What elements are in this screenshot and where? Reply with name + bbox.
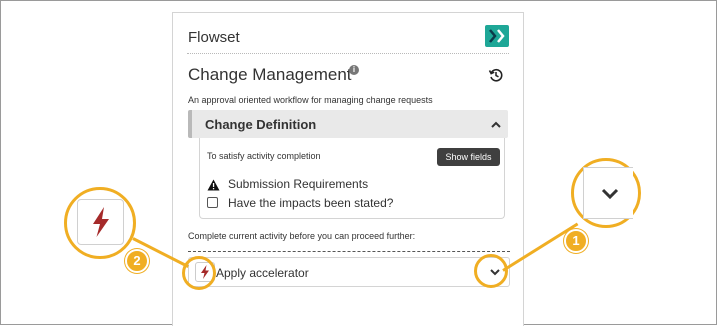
info-icon[interactable]: i [349,65,359,75]
activity-body: To satisfy activity completion Show fiel… [199,138,505,219]
chevron-down-icon-zoomed [601,188,619,200]
callout-badge-2: 2 [125,249,149,273]
flowset-logo-icon [485,25,509,47]
callout-badge-1: 1 [564,229,588,253]
apply-accelerator-label[interactable]: Apply accelerator [216,266,309,280]
proceed-notice: Complete current activity before you can… [188,231,416,241]
process-description: An approval oriented workflow for managi… [188,95,433,105]
zoom-chevron-box [583,167,633,219]
chevron-up-icon[interactable] [490,118,502,130]
warning-icon [207,178,220,191]
apply-accelerator-control[interactable]: Apply accelerator [188,257,510,287]
highlight-accelerator-chevron [474,254,508,288]
zoom-bolt-box [77,199,124,245]
highlight-accelerator-icon [182,256,216,290]
activity-title: Change Definition [205,117,317,132]
impacts-checkbox-label[interactable]: Have the impacts been stated? [228,196,393,210]
zoom-magnifier-chevron [571,158,641,228]
completion-instructions: To satisfy activity completion [207,151,321,161]
process-title: Change Management [188,65,352,84]
requirements-label: Submission Requirements [228,177,369,191]
zoom-magnifier-bolt [64,187,136,259]
show-fields-button[interactable]: Show fields [437,148,500,166]
impacts-checkbox[interactable] [207,197,218,208]
activity-accordion-header[interactable]: Change Definition [188,110,508,138]
history-icon[interactable] [488,67,504,83]
flowset-panel: Flowset Change Management i An approval … [172,12,524,326]
panel-header: Flowset [187,25,509,54]
lightning-bolt-icon-zoomed [93,207,109,237]
app-title: Flowset [188,29,240,46]
divider [188,251,510,252]
